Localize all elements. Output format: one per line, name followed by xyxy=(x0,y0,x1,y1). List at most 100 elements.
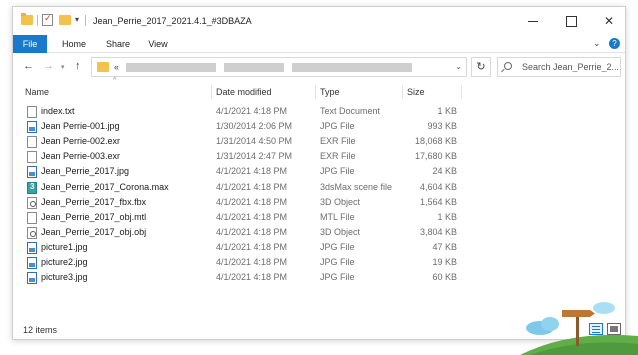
file-type: JPG File xyxy=(320,121,355,132)
tab-view[interactable]: View xyxy=(147,35,169,53)
properties-icon[interactable] xyxy=(42,13,53,26)
file-row[interactable]: Jean Perrie-003.exr 1/31/2014 2:47 PM EXR … xyxy=(13,149,625,164)
generic-file-icon xyxy=(27,211,37,224)
file-name: index.txt xyxy=(41,106,75,116)
column-header-name[interactable]: Name xyxy=(25,83,49,101)
file-size: 1 KB xyxy=(437,106,457,116)
address-history-chevron-icon[interactable]: ⌄ xyxy=(455,62,462,71)
file-date-modified: 4/1/2021 4:18 PM xyxy=(216,211,288,222)
file-row[interactable]: picture1.jpg 4/1/2021 4:18 PM JPG File 47 K… xyxy=(13,240,625,255)
file-type: Text Document xyxy=(320,106,381,116)
image-file-icon xyxy=(27,272,37,285)
ribbon-tabs: File Home Share View ⌄ ? xyxy=(13,35,625,53)
file-row[interactable]: Jean_Perrie_2017_Corona.max 4/1/2021 4:18… xyxy=(13,180,625,195)
file-size: 47 KB xyxy=(432,241,457,252)
file-row[interactable]: picture3.jpg 4/1/2021 4:18 PM JPG File 60 K… xyxy=(13,270,625,285)
file-name: Jean_Perrie_2017.jpg xyxy=(41,166,130,177)
file-name: Jean Perrie-003.exr xyxy=(41,151,121,162)
file-date-modified: 4/1/2021 4:18 PM xyxy=(216,166,288,177)
file-date-modified: 4/1/2021 4:18 PM xyxy=(216,181,288,192)
file-row[interactable]: Jean_Perrie_2017_obj.mtl 4/1/2021 4:18 PM… xyxy=(13,210,625,225)
file-row[interactable]: picture2.jpg 4/1/2021 4:18 PM JPG File 19 K… xyxy=(13,255,625,270)
expand-ribbon-chevron-icon[interactable]: ⌄ xyxy=(593,38,601,49)
file-type: JPG File xyxy=(320,272,355,283)
file-date-modified: 4/1/2021 4:18 PM xyxy=(216,272,288,283)
back-arrow-icon[interactable]: ← xyxy=(23,60,34,72)
column-divider[interactable] xyxy=(402,85,403,99)
file-type: 3dsMax scene file xyxy=(320,181,393,192)
search-input[interactable]: Search Jean_Perrie_2... xyxy=(522,62,618,72)
file-type: 3D Object xyxy=(320,226,361,237)
item-count: 12 items xyxy=(23,325,58,335)
file-size: 18,068 KB xyxy=(414,136,457,147)
folder-icon xyxy=(21,13,33,25)
maximize-button[interactable] xyxy=(553,7,589,35)
file-type: EXR File xyxy=(320,136,356,147)
details-view-icon[interactable] xyxy=(589,323,603,335)
file-name: Jean_Perrie_2017_obj.mtl xyxy=(41,211,147,222)
generic-file-icon xyxy=(27,136,37,149)
close-button[interactable]: ✕ xyxy=(591,7,625,35)
image-file-icon xyxy=(27,257,37,269)
file-date-modified: 4/1/2021 4:18 PM xyxy=(216,257,288,267)
file-row[interactable]: Jean Perrie-002.exr 1/31/2014 4:50 PM EXR … xyxy=(13,134,625,149)
file-date-modified: 1/31/2014 4:50 PM xyxy=(216,136,293,147)
navigation-bar: ← → ▾ ↑ « ⌄ ↻ Search Jean_Perrie_2... xyxy=(13,54,625,80)
address-bar[interactable]: « ⌄ xyxy=(91,57,467,77)
up-arrow-icon[interactable]: ↑ xyxy=(75,60,81,72)
column-divider[interactable] xyxy=(211,85,212,99)
file-name: Jean Perrie-001.jpg xyxy=(41,121,120,132)
file-size: 993 KB xyxy=(427,121,457,132)
tab-file[interactable]: File xyxy=(13,35,47,53)
recent-locations-chevron-icon[interactable]: ▾ xyxy=(61,63,65,71)
file-name: picture3.jpg xyxy=(41,272,88,283)
column-header-type[interactable]: Type xyxy=(320,83,340,101)
file-date-modified: 1/30/2014 2:06 PM xyxy=(216,121,293,132)
file-date-modified: 4/1/2021 4:18 PM xyxy=(216,226,288,237)
sort-ascending-icon: ^ xyxy=(113,77,117,84)
column-header-date[interactable]: Date modified xyxy=(216,83,272,101)
file-row[interactable]: index.txt 4/1/2021 4:18 PM Text Document 1 … xyxy=(13,104,625,119)
file-date-modified: 4/1/2021 4:18 PM xyxy=(216,241,288,252)
file-type: EXR File xyxy=(320,151,356,162)
new-folder-icon[interactable] xyxy=(59,15,71,25)
file-size: 3,804 KB xyxy=(419,226,457,237)
explorer-window: ▾ Jean_Perrie_2017_2021.4.1_#3DBAZA ✕ Fi… xyxy=(12,6,626,340)
file-size: 17,680 KB xyxy=(414,151,457,162)
file-type: JPG File xyxy=(320,257,355,267)
forward-arrow-icon[interactable]: → xyxy=(43,60,54,72)
text-file-icon xyxy=(27,106,37,118)
file-row[interactable]: Jean Perrie-001.jpg 1/30/2014 2:06 PM JPG … xyxy=(13,119,625,134)
file-date-modified: 1/31/2014 2:47 PM xyxy=(216,151,293,162)
column-divider[interactable] xyxy=(461,85,462,99)
divider xyxy=(85,15,86,26)
search-box[interactable]: Search Jean_Perrie_2... xyxy=(497,57,621,77)
search-icon xyxy=(504,62,512,70)
3d-object-icon xyxy=(27,226,37,239)
customize-toolbar-chevron-icon[interactable]: ▾ xyxy=(75,15,79,24)
large-icons-view-icon[interactable] xyxy=(607,323,621,335)
file-size: 1 KB xyxy=(437,211,457,222)
column-header-size[interactable]: Size xyxy=(407,83,425,101)
file-size: 24 KB xyxy=(432,166,457,177)
minimize-button[interactable] xyxy=(515,7,551,35)
file-type: 3D Object xyxy=(320,196,361,207)
file-size: 19 KB xyxy=(432,257,457,267)
file-row[interactable]: Jean_Perrie_2017_obj.obj 4/1/2021 4:18 PM… xyxy=(13,225,625,240)
file-name: picture2.jpg xyxy=(41,257,88,267)
file-name: Jean Perrie-002.exr xyxy=(41,136,121,147)
file-row[interactable]: Jean_Perrie_2017.jpg 4/1/2021 4:18 PM JPG … xyxy=(13,164,625,179)
file-type: JPG File xyxy=(320,241,355,252)
file-type: MTL File xyxy=(320,211,355,222)
column-divider[interactable] xyxy=(315,85,316,99)
help-icon[interactable]: ? xyxy=(609,38,620,49)
file-name: Jean_Perrie_2017_Corona.max xyxy=(41,181,169,192)
refresh-button[interactable]: ↻ xyxy=(471,57,491,77)
file-row[interactable]: Jean_Perrie_2017_fbx.fbx 4/1/2021 4:18 PM… xyxy=(13,195,625,210)
tab-share[interactable]: Share xyxy=(105,35,131,53)
file-name: picture1.jpg xyxy=(41,241,88,252)
file-size: 4,604 KB xyxy=(419,181,457,192)
breadcrumb-overflow[interactable]: « xyxy=(114,62,119,72)
tab-home[interactable]: Home xyxy=(59,35,89,53)
file-size: 60 KB xyxy=(432,272,457,283)
